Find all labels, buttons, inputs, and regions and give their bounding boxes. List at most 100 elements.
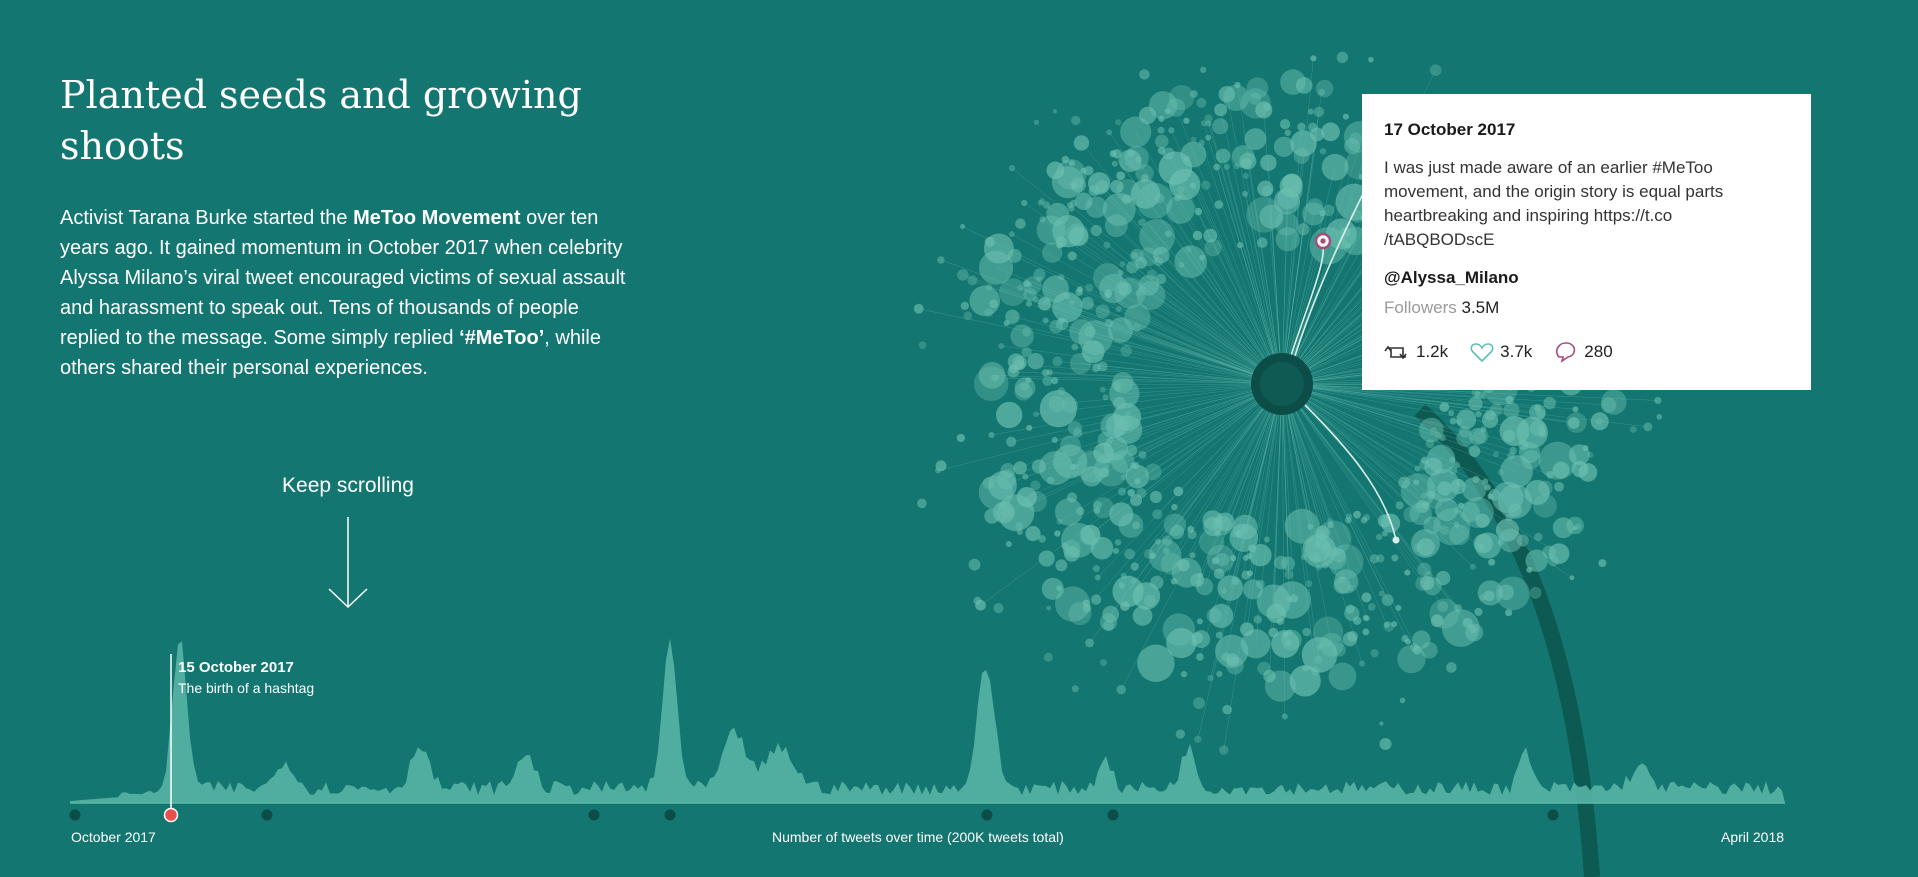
reply-bubble [1223,163,1230,170]
reply-bubble [1052,109,1058,114]
reply-bubble [1344,242,1351,249]
reply-bubble [1120,572,1127,579]
reply-bubble [1318,88,1326,96]
keep-scrolling-label[interactable]: Keep scrolling [260,474,436,498]
reply-bubble [1025,300,1032,307]
reply-bubble [1015,522,1024,530]
reply-bubble [1127,488,1135,497]
reply-icon [1556,342,1576,363]
reply-bubble [1322,204,1335,217]
reply-bubble [1342,113,1349,120]
reply-bubble [1321,122,1340,142]
timeline-milestone-dot[interactable] [69,809,81,821]
reply-bubble [1025,525,1041,542]
reply-bubble [1073,135,1090,151]
reply-bubble [1008,164,1016,172]
reply-bubble [1095,304,1110,319]
reply-bubble [935,467,941,474]
reply-bubble [1102,192,1136,226]
dandelion-ray [1281,383,1286,717]
timeline-milestone-dot[interactable] [588,809,600,821]
reply-bubble [1469,563,1476,570]
reply-bubble [1242,579,1264,600]
reply-bubble [913,303,924,314]
tweet-followers: Followers 3.5M [1384,298,1789,318]
reply-bubble [1071,343,1079,351]
reply-bubble [1171,503,1178,511]
reply-bubble [1120,344,1132,357]
reply-bubble [1253,615,1263,624]
reply-bubble [1051,436,1058,444]
reply-bubble [1166,627,1197,659]
reply-bubble [1119,261,1126,268]
reply-bubble [1572,406,1579,413]
reply-bubble [1131,251,1139,259]
tweet-text-line: /tABQBODscE [1384,230,1495,249]
reply-bubble [1143,594,1157,608]
reply-bubble [1569,575,1575,581]
reply-bubble [1118,582,1125,589]
reply-bubble [1304,535,1332,563]
reply-bubble [1111,160,1118,167]
reply-bubble [1571,461,1589,478]
reply-bubble [1015,218,1026,229]
reply-bubble [1344,605,1360,622]
reply-bubble [1085,283,1094,292]
reply-bubble [1075,288,1083,296]
reply-bubble [1489,403,1503,416]
reply-bubble [1067,251,1077,261]
reply-bubble [1462,477,1487,502]
reply-bubble [1415,576,1431,591]
timeline-milestone-dot[interactable] [981,809,993,821]
reply-bubble [1230,555,1237,562]
reply-bubble [1284,638,1292,646]
reply-bubble [1076,507,1085,516]
reply-node[interactable] [1392,536,1400,544]
reply-bubble [1215,148,1231,164]
reply-count: 280 [1584,342,1613,361]
reply-bubble [1039,198,1046,205]
timeline-milestone-dot[interactable] [1107,809,1119,821]
like-count: 3.7k [1500,342,1533,361]
reply-bubble [1207,674,1214,682]
tweet-text-line: heartbreaking and inspiring https://t.co [1384,206,1673,225]
reply-bubble [1310,55,1317,62]
reply-bubble [1178,261,1185,268]
timeline-milestone-dot[interactable] [1547,809,1559,821]
reply-bubble [1046,202,1070,226]
reply-bubble [1242,554,1249,561]
reply-bubble [1297,223,1310,236]
reply-bubble [1168,127,1175,134]
reply-bubble [1212,118,1229,135]
timeline-start-label: October 2017 [71,829,156,845]
current-date-marker[interactable] [163,807,179,823]
reply-bubble [1315,79,1334,98]
reply-bubble [1284,570,1294,580]
timeline-milestone-dot[interactable] [261,809,273,821]
reply-bubble [1063,545,1080,562]
reply-bubble [1264,670,1297,702]
arrow-down-icon[interactable] [326,516,370,610]
reply-bubble [1121,473,1128,481]
reply-bubble [1114,539,1122,546]
reply-bubble [1222,704,1232,715]
reply-bubble [973,596,982,605]
like-stat: 3.7k [1470,341,1532,363]
reply-bubble [1263,536,1270,543]
heart-icon [1470,343,1494,363]
annotation-text: The birth of a hashtag [178,680,315,696]
reply-bubble [1468,396,1483,411]
reply-bubble [985,283,993,291]
reply-bubble [1193,697,1205,709]
reply-bubble [1008,231,1015,238]
timeline-milestone-dot[interactable] [664,809,676,821]
reply-bubble [1376,533,1383,541]
reply-bubble [1116,684,1126,695]
tweet-author-handle[interactable]: @Alyssa_Milano [1384,268,1789,288]
reply-bubble [1260,154,1277,172]
followers-value: 3.5M [1461,298,1500,317]
reply-bubble [1038,550,1055,567]
reply-bubble [1280,556,1296,571]
annotation-date: 15 October 2017 [178,659,294,676]
reply-bubble [1488,489,1501,502]
